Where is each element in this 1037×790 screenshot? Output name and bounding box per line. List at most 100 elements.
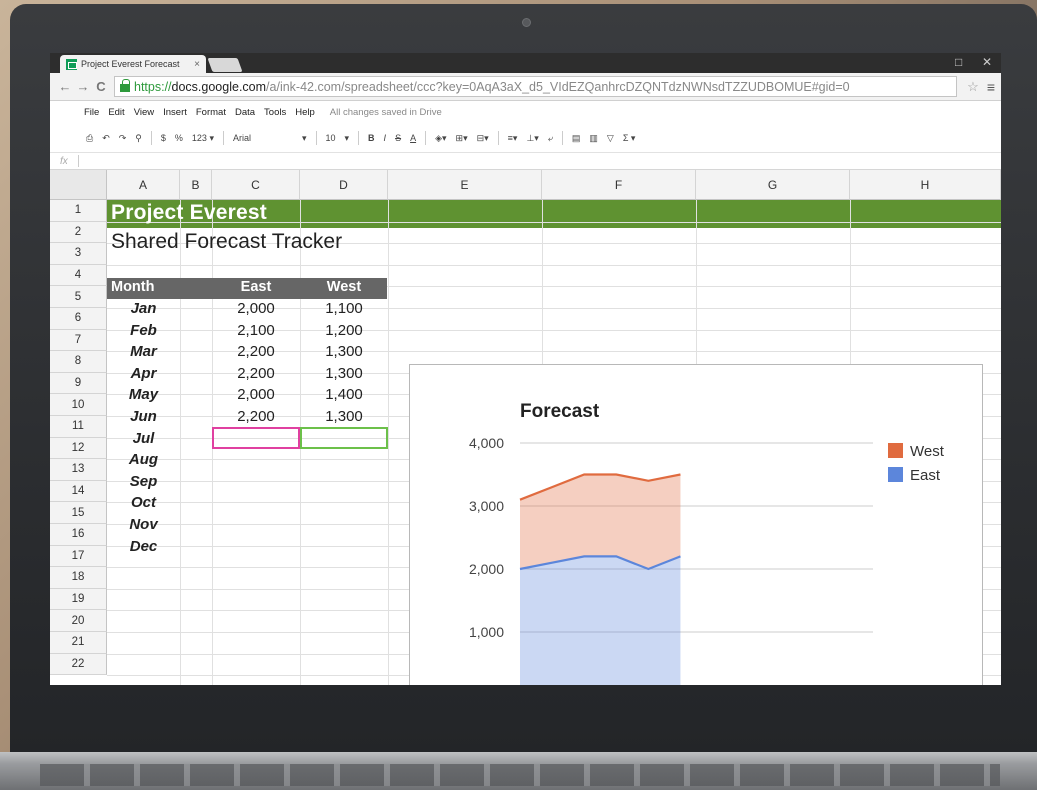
new-tab-button[interactable]: [207, 58, 243, 72]
menu-view[interactable]: View: [134, 107, 154, 118]
row-header[interactable]: 9: [50, 372, 107, 395]
row-header[interactable]: 19: [50, 588, 107, 611]
browser-menu-icon[interactable]: ≡: [987, 79, 995, 95]
font-size-dropdown-icon[interactable]: ▾: [345, 133, 350, 144]
selected-cell-west-jul[interactable]: [300, 427, 388, 449]
merge-cells-icon[interactable]: ⊟▾: [477, 133, 489, 144]
column-header-f[interactable]: F: [542, 170, 696, 200]
row-header[interactable]: 4: [50, 264, 107, 287]
menu-data[interactable]: Data: [235, 107, 255, 118]
row-header[interactable]: 20: [50, 610, 107, 632]
east-value-cell[interactable]: 2,000: [212, 386, 300, 403]
close-window-icon[interactable]: ✕: [982, 55, 992, 69]
row-header[interactable]: 21: [50, 632, 107, 654]
font-dropdown-icon[interactable]: ▾: [302, 133, 307, 144]
column-header-b[interactable]: B: [180, 170, 212, 200]
west-value-cell[interactable]: 1,400: [300, 386, 388, 403]
east-value-cell[interactable]: 2,200: [212, 343, 300, 360]
font-size-select[interactable]: 10: [326, 133, 336, 143]
font-select[interactable]: Arial: [233, 133, 293, 143]
column-header-d[interactable]: D: [300, 170, 388, 200]
month-cell[interactable]: Apr: [107, 365, 180, 382]
east-value-cell[interactable]: 2,200: [212, 408, 300, 425]
row-header[interactable]: 15: [50, 502, 107, 524]
close-tab-icon[interactable]: ×: [194, 59, 200, 70]
column-header-c[interactable]: C: [212, 170, 300, 200]
row-header[interactable]: 18: [50, 567, 107, 589]
month-cell[interactable]: Feb: [107, 322, 180, 339]
wrap-text-icon[interactable]: ⤶: [548, 133, 553, 144]
row-header[interactable]: 17: [50, 545, 107, 568]
row-header[interactable]: 5: [50, 286, 107, 308]
functions-button[interactable]: Σ ▾: [623, 133, 636, 144]
reload-icon[interactable]: C: [92, 79, 110, 94]
month-cell[interactable]: Nov: [107, 516, 180, 533]
month-cell[interactable]: Jul: [107, 430, 180, 447]
east-value-cell[interactable]: 2,000: [212, 300, 300, 317]
italic-button[interactable]: I: [384, 133, 387, 143]
menu-help[interactable]: Help: [295, 107, 315, 118]
row-header[interactable]: 14: [50, 480, 107, 503]
number-format-button[interactable]: 123 ▾: [192, 133, 214, 144]
bold-button[interactable]: B: [368, 133, 375, 143]
print-icon[interactable]: ⎙: [86, 133, 93, 144]
tab-project-everest-forecast[interactable]: Project Everest Forecast ×: [60, 55, 206, 73]
row-header[interactable]: 13: [50, 459, 107, 481]
row-header[interactable]: 2: [50, 221, 107, 244]
insert-comment-icon[interactable]: ▤: [572, 133, 581, 144]
row-header[interactable]: 16: [50, 524, 107, 546]
text-color-button[interactable]: A: [410, 133, 416, 143]
menu-format[interactable]: Format: [196, 107, 226, 118]
west-value-cell[interactable]: 1,300: [300, 408, 388, 425]
west-value-cell[interactable]: 1,300: [300, 343, 388, 360]
header-month[interactable]: Month: [111, 279, 154, 295]
strikethrough-button[interactable]: S: [395, 133, 401, 143]
filter-icon[interactable]: ▽: [607, 133, 614, 144]
forecast-chart[interactable]: Forecast01,0002,0003,0004,000JanFebMarAp…: [409, 364, 983, 685]
row-header[interactable]: 22: [50, 653, 107, 676]
row-header[interactable]: 10: [50, 394, 107, 416]
selected-cell-east-jul[interactable]: [212, 427, 300, 449]
vertical-align-icon[interactable]: ⊥▾: [526, 133, 538, 144]
east-value-cell[interactable]: 2,100: [212, 322, 300, 339]
maximize-icon[interactable]: □: [955, 55, 962, 69]
row-header[interactable]: 7: [50, 329, 107, 352]
east-value-cell[interactable]: 2,200: [212, 365, 300, 382]
menu-file[interactable]: File: [84, 107, 99, 118]
month-cell[interactable]: Jan: [107, 300, 180, 317]
row-header[interactable]: 6: [50, 308, 107, 330]
borders-icon[interactable]: ⊞▾: [456, 133, 468, 144]
menu-edit[interactable]: Edit: [108, 107, 124, 118]
month-cell[interactable]: May: [107, 386, 180, 403]
forward-icon[interactable]: →: [74, 79, 92, 94]
row-header[interactable]: 8: [50, 351, 107, 373]
currency-button[interactable]: $: [161, 133, 166, 143]
month-cell[interactable]: Dec: [107, 538, 180, 555]
insert-chart-icon[interactable]: ▥: [589, 133, 598, 144]
formula-bar[interactable]: fx: [50, 152, 1001, 170]
undo-icon[interactable]: ↶: [102, 133, 110, 144]
select-all-corner[interactable]: [50, 170, 107, 200]
menu-tools[interactable]: Tools: [264, 107, 286, 118]
horizontal-align-icon[interactable]: ≡▾: [508, 133, 518, 144]
row-header[interactable]: 12: [50, 437, 107, 460]
month-cell[interactable]: Aug: [107, 451, 180, 468]
redo-icon[interactable]: ↷: [119, 133, 127, 144]
row-header[interactable]: 1: [50, 200, 107, 222]
month-cell[interactable]: Mar: [107, 343, 180, 360]
row-header[interactable]: 3: [50, 243, 107, 265]
header-east[interactable]: East: [212, 279, 300, 295]
paint-format-icon[interactable]: ⚲: [135, 133, 142, 144]
column-header-g[interactable]: G: [696, 170, 850, 200]
column-header-a[interactable]: A: [107, 170, 180, 200]
month-cell[interactable]: Sep: [107, 473, 180, 490]
header-west[interactable]: West: [300, 279, 388, 295]
month-cell[interactable]: Jun: [107, 408, 180, 425]
column-header-e[interactable]: E: [388, 170, 542, 200]
menu-insert[interactable]: Insert: [163, 107, 187, 118]
west-value-cell[interactable]: 1,100: [300, 300, 388, 317]
sheet-subtitle[interactable]: Shared Forecast Tracker: [111, 230, 342, 254]
url-input[interactable]: https:// docs.google.com /a/ink-42.com/s…: [114, 76, 958, 97]
back-icon[interactable]: ←: [56, 79, 74, 94]
west-value-cell[interactable]: 1,200: [300, 322, 388, 339]
